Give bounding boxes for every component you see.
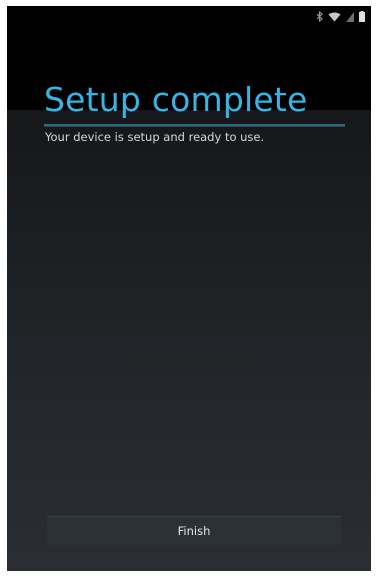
battery-icon bbox=[359, 11, 365, 22]
signal-icon bbox=[346, 11, 354, 22]
setup-message: Your device is setup and ready to use. bbox=[45, 130, 265, 144]
device-screen: Setup complete Your device is setup and … bbox=[7, 6, 371, 571]
page-title: Setup complete bbox=[44, 80, 308, 119]
status-icons bbox=[316, 11, 365, 22]
finish-button[interactable]: Finish bbox=[47, 517, 341, 545]
status-bar bbox=[7, 6, 371, 28]
bluetooth-icon bbox=[316, 11, 323, 22]
setup-header: Setup complete bbox=[7, 28, 371, 127]
wifi-icon bbox=[328, 12, 341, 22]
title-divider-shadow bbox=[44, 126, 345, 127]
